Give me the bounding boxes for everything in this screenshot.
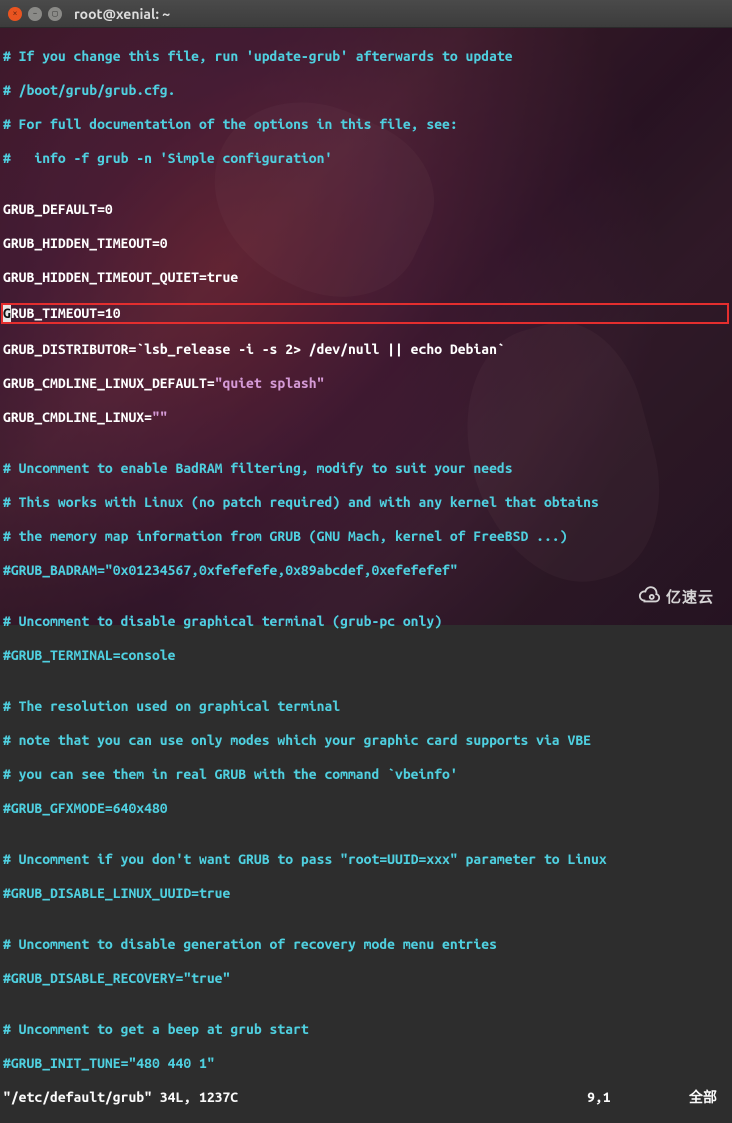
terminal-viewport[interactable]: # If you change this file, run 'update-g… [0,28,732,625]
vim-scroll-indicator: 全部 [689,1089,717,1105]
file-line: GRUB_CMDLINE_LINUX_DEFAULT="quiet splash… [3,375,729,392]
file-line: # The resolution used on graphical termi… [3,698,729,715]
text-cursor: G [3,305,11,322]
vim-file-info: "/etc/default/grub" 34L, 1237C [3,1089,238,1106]
window-minimize-button[interactable]: – [28,7,42,21]
file-line: # /boot/grub/grub.cfg. [3,82,729,99]
window-maximize-button[interactable]: ▢ [48,7,62,21]
file-line: # you can see them in real GRUB with the… [3,766,729,783]
file-line: GRUB_HIDDEN_TIMEOUT_QUIET=true [3,269,729,286]
window-titlebar: × – ▢ root@xenial: ~ [0,0,732,28]
file-line: # info -f grub -n 'Simple configuration' [3,150,729,167]
watermark: 亿速云 [638,585,714,607]
file-line: #GRUB_DISABLE_LINUX_UUID=true [3,885,729,902]
window-controls: × – ▢ [8,7,62,21]
file-line: # For full documentation of the options … [3,116,729,133]
file-line: GRUB_HIDDEN_TIMEOUT=0 [3,235,729,252]
file-line: # Uncomment to disable graphical termina… [3,613,729,630]
file-line: # Uncomment to get a beep at grub start [3,1021,729,1038]
file-line: # Uncomment if you don't want GRUB to pa… [3,851,729,868]
file-line: # note that you can use only modes which… [3,732,729,749]
file-line: # Uncomment to enable BadRAM filtering, … [3,460,729,477]
file-line-rest: RUB_TIMEOUT=10 [11,305,121,321]
window-title: root@xenial: ~ [74,6,170,22]
file-line: # This works with Linux (no patch requir… [3,494,729,511]
file-line: #GRUB_BADRAM="0x01234567,0xfefefefe,0x89… [3,562,729,579]
file-line: # If you change this file, run 'update-g… [3,48,729,65]
vim-cursor-position: 9,1 [587,1089,611,1105]
file-line: #GRUB_TERMINAL=console [3,647,729,664]
file-line-highlighted: GRUB_TIMEOUT=10 [1,303,729,324]
file-line: #GRUB_GFXMODE=640x480 [3,800,729,817]
file-line: # Uncomment to disable generation of rec… [3,936,729,953]
vim-status-line: "/etc/default/grub" 34L, 1237C 9,1 全部 [3,1089,729,1106]
file-line: GRUB_DEFAULT=0 [3,201,729,218]
file-line: GRUB_CMDLINE_LINUX="" [3,409,729,426]
window-close-button[interactable]: × [8,7,22,21]
file-line: #GRUB_INIT_TUNE="480 440 1" [3,1055,729,1072]
cloud-logo-icon [638,585,660,607]
file-line: GRUB_DISTRIBUTOR=`lsb_release -i -s 2> /… [3,341,729,358]
file-line: # the memory map information from GRUB (… [3,528,729,545]
file-line: #GRUB_DISABLE_RECOVERY="true" [3,970,729,987]
watermark-text: 亿速云 [666,586,714,607]
